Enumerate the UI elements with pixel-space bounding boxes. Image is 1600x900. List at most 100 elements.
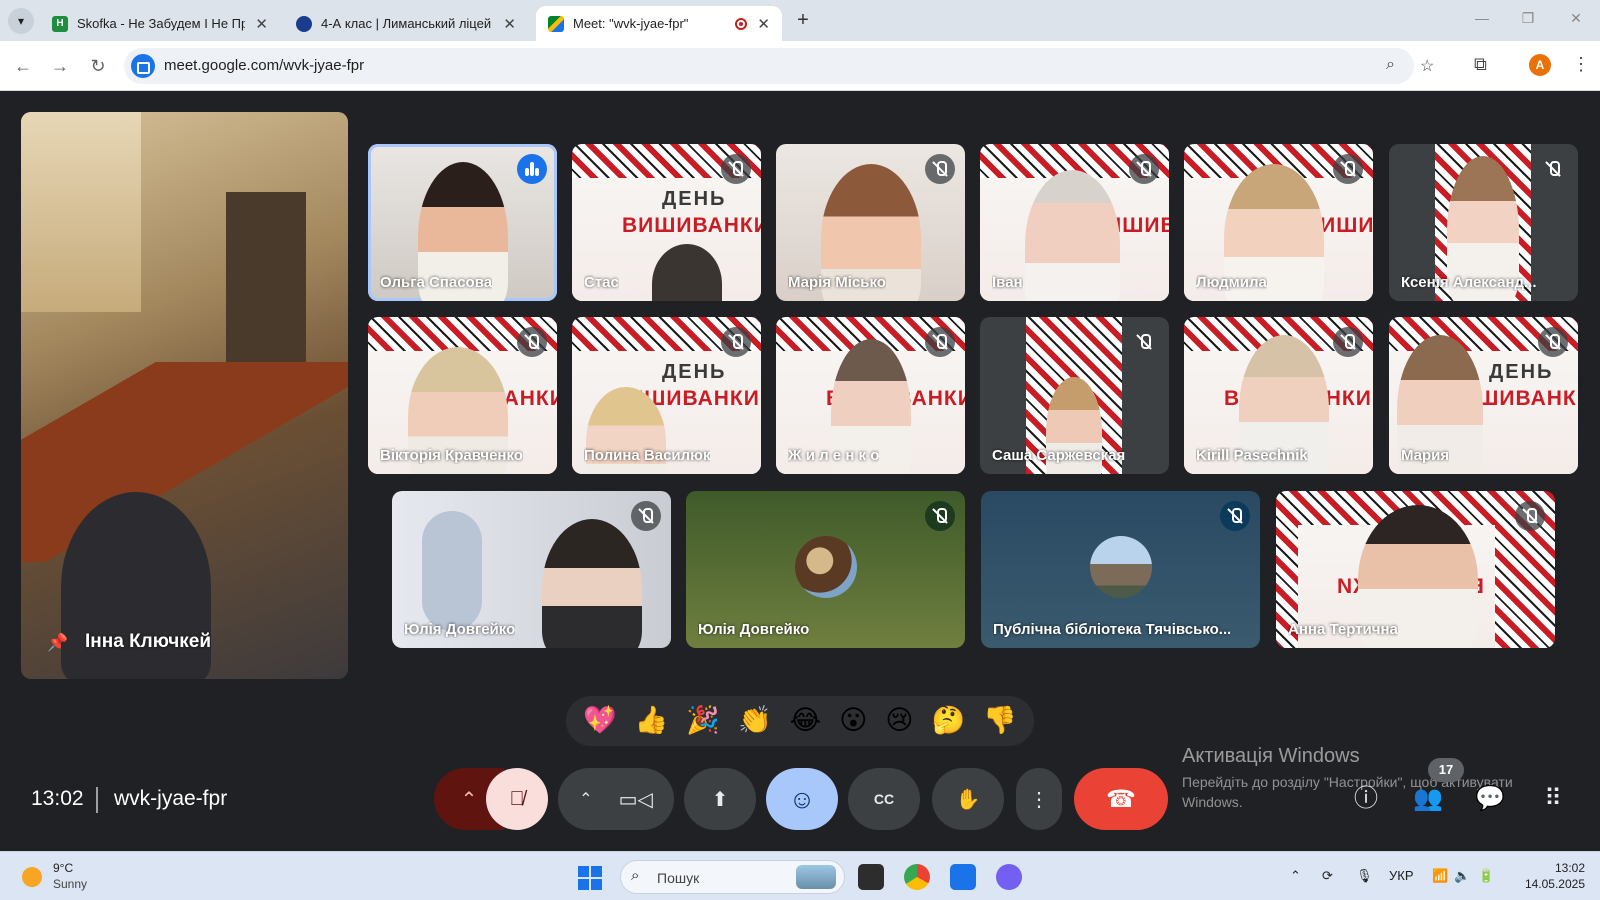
participant-tile[interactable]: ВИШИВАНКИ Ж и л е н к о (776, 317, 965, 474)
activities-grid-icon[interactable]: ⠿ (1536, 782, 1570, 816)
more-options-button[interactable]: ⋮ (1016, 768, 1062, 830)
browser-toolbar: ← → ↻ meet.google.com/wvk-jyae-fpr ⌕ ☆ ⧉… (0, 41, 1600, 91)
address-bar[interactable]: meet.google.com/wvk-jyae-fpr ⌕ ☆ (124, 48, 1434, 84)
reaction-thinking[interactable]: 🤔 (932, 706, 966, 736)
restore-icon[interactable]: ❐ (1518, 10, 1538, 27)
people-icon[interactable]: 👥 (1411, 782, 1445, 816)
participant-tile[interactable]: ВИШИВАНКИ Людмила (1184, 144, 1373, 301)
background-text: ДЕНЬ (662, 361, 727, 383)
chat-icon[interactable]: 💬 (1473, 782, 1507, 816)
meeting-code[interactable]: wvk-jyae-fpr (114, 787, 227, 811)
reaction-laugh[interactable]: 😂 (790, 706, 822, 736)
tab-class-4a[interactable]: 4-А клас | Лиманський ліцей № ✕ (284, 6, 528, 41)
new-tab-icon[interactable]: + (790, 8, 816, 34)
wifi-icon[interactable]: 📶 (1432, 868, 1448, 884)
extensions-icon[interactable]: ⧉ (1474, 54, 1487, 75)
present-screen-button[interactable]: ⬆ (684, 768, 756, 830)
bookmark-star-icon[interactable]: ☆ (1420, 56, 1434, 76)
profile-avatar[interactable]: A (1529, 54, 1551, 76)
tab-meet[interactable]: Meet: "wvk-jyae-fpr" ✕ (536, 6, 782, 41)
tab-title: Skofka - Не Забудем І Не Пробачимо (77, 16, 246, 31)
mic-off-icon (1333, 327, 1363, 357)
document-app-icon[interactable] (950, 864, 976, 890)
camera-button[interactable]: ⌃ ▭◁ (558, 768, 674, 830)
participant-tile[interactable]: ДЕНЬ ВИШИВАНКИ Полина Василюк (572, 317, 761, 474)
participant-name: Юлія Довгейко (404, 621, 516, 638)
search-placeholder: Пошук (657, 870, 700, 886)
tab-skofka[interactable]: H Skofka - Не Забудем І Не Пробачимо ✕ (40, 6, 280, 41)
participant-name: Людмила (1196, 274, 1267, 291)
reaction-sad[interactable]: 😢 (885, 706, 913, 736)
reaction-surprised[interactable]: 😮 (839, 706, 867, 736)
weather-temperature[interactable]: 9°C (53, 861, 73, 875)
participant-name: Марія Місько (788, 274, 886, 291)
participant-tile[interactable]: Публічна бібліотека Тячівсько... (981, 491, 1260, 648)
pin-icon[interactable]: 📌 (47, 633, 68, 653)
participant-name: Анна Тертична (1288, 621, 1398, 638)
reload-icon[interactable]: ↻ (86, 54, 110, 78)
close-tab-icon[interactable]: ✕ (757, 15, 770, 33)
people-count-badge: 17 (1428, 758, 1464, 782)
reactions-bar: 💖 👍 🎉 👏 😂 😮 😢 🤔 👎 (566, 696, 1034, 746)
meeting-info-icon[interactable]: ⓘ (1349, 782, 1383, 816)
back-icon[interactable]: ← (11, 54, 35, 78)
reaction-thumbs-down[interactable]: 👎 (983, 706, 1017, 736)
participant-tile[interactable]: ВИШИВАНКИ Вікторія Кравченко (368, 317, 557, 474)
meeting-time: 13:02 (31, 787, 84, 810)
tray-overflow-chevron-icon[interactable]: ⌃ (1290, 868, 1301, 884)
meet-favicon-icon (548, 15, 564, 32)
sync-icon[interactable]: ⟳ (1322, 868, 1333, 884)
close-tab-icon[interactable]: ✕ (503, 15, 516, 33)
close-tab-icon[interactable]: ✕ (255, 15, 268, 33)
participant-name: Kirill Pasechnik (1196, 447, 1308, 464)
tab-favicon (296, 15, 312, 32)
mic-off-icon (925, 327, 955, 357)
participant-tile[interactable]: Ксенія Александ... (1389, 144, 1578, 301)
participant-name: Мария (1401, 447, 1450, 464)
participant-tile[interactable]: ВИШИВАНКИ Анна Тертична (1276, 491, 1555, 648)
tab-title: Meet: "wvk-jyae-fpr" (573, 16, 689, 31)
raise-hand-button[interactable]: ✋ (932, 768, 1004, 830)
sun-icon[interactable] (22, 867, 42, 887)
close-window-icon[interactable]: ✕ (1566, 10, 1586, 27)
participant-tile[interactable]: ДЕНЬ ВИШИВАНКИ Мария (1389, 317, 1578, 474)
chrome-icon[interactable] (904, 864, 930, 890)
tab-favicon: H (52, 15, 68, 32)
participant-tile[interactable]: Ольга Спасова (368, 144, 557, 301)
participant-tile[interactable]: Саша Саржевская (980, 317, 1169, 474)
weather-description[interactable]: Sunny (53, 877, 87, 891)
battery-icon[interactable]: 🔋 (1478, 868, 1494, 884)
captions-button[interactable]: CC (848, 768, 920, 830)
participant-tile[interactable]: ДЕНЬ ВИШИВАНКИ Стас (572, 144, 761, 301)
reaction-party[interactable]: 🎉 (686, 706, 720, 736)
participant-tile[interactable]: Марія Місько (776, 144, 965, 301)
participant-tile[interactable]: Юлія Довгейко (686, 491, 965, 648)
input-language[interactable]: УКР (1389, 868, 1414, 883)
minimize-icon[interactable]: — (1472, 10, 1492, 26)
windows-start-icon[interactable] (578, 866, 602, 890)
participant-tile[interactable]: ВИШИВАНКИ Іван (980, 144, 1169, 301)
tab-title: 4-А клас | Лиманський ліцей № (321, 16, 494, 31)
microphone-tray-icon[interactable]: 🎙 (1356, 868, 1373, 884)
pinned-tile[interactable]: 📌 Інна Ключкей (21, 112, 348, 679)
leave-call-button[interactable]: ☎ (1074, 768, 1168, 830)
participant-name: Саша Саржевская (992, 447, 1126, 464)
microphone-button[interactable]: 🎙̸ (486, 768, 548, 830)
participant-tile[interactable]: Юлія Довгейко (392, 491, 671, 648)
reaction-clap[interactable]: 👏 (738, 706, 772, 736)
task-view-icon[interactable] (858, 864, 884, 890)
mic-off-icon (925, 501, 955, 531)
reaction-thumbs-up[interactable]: 👍 (635, 706, 669, 736)
forward-icon[interactable]: → (48, 54, 72, 78)
site-info-icon[interactable] (131, 54, 155, 78)
viber-icon[interactable] (996, 864, 1022, 890)
participant-tile[interactable]: ВИШИВАНКИ Kirill Pasechnik (1184, 317, 1373, 474)
tab-search-chevron-icon[interactable]: ▾ (8, 8, 34, 34)
browser-menu-icon[interactable]: ⋮ (1572, 54, 1590, 75)
taskbar-search[interactable]: ⌕ Пошук (620, 860, 845, 894)
volume-icon[interactable]: 🔈 (1454, 868, 1470, 884)
system-clock[interactable]: 13:02 14.05.2025 (1515, 860, 1585, 892)
zoom-icon[interactable]: ⌕ (1386, 56, 1395, 74)
emoji-reactions-button[interactable]: ☺ (766, 768, 838, 830)
reaction-heart[interactable]: 💖 (583, 706, 617, 736)
